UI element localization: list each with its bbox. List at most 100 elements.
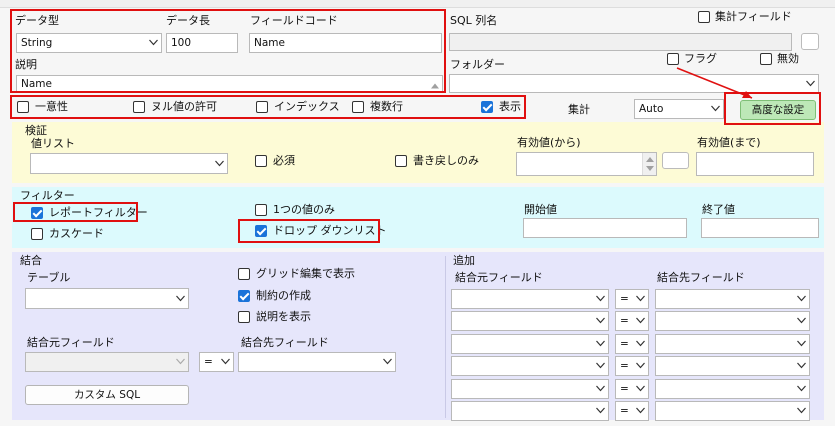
custom-sql-button[interactable]: カスタム SQL: [25, 385, 189, 405]
chevron-down-icon: [596, 385, 605, 392]
chevron-down-icon: [636, 385, 645, 392]
value-list-select[interactable]: [30, 153, 228, 174]
top-header-strip: [0, 0, 835, 8]
required-label: 必須: [273, 154, 295, 167]
dropdown-list-label: ドロップ ダウンリスト: [273, 224, 387, 237]
additional-operator-select[interactable]: =: [615, 356, 649, 377]
field-code-value: Name: [254, 37, 285, 49]
scroll-up-icon[interactable]: [431, 79, 439, 91]
chevron-down-icon: [636, 317, 645, 324]
join-source-field-label: 結合元フィールド: [27, 336, 115, 349]
join-target-field-label: 結合先フィールド: [241, 336, 329, 349]
additional-title: 追加: [453, 254, 475, 267]
chevron-down-icon: [636, 407, 645, 414]
chevron-down-icon: [596, 362, 605, 369]
required-checkbox[interactable]: [255, 155, 267, 167]
additional-operator-select[interactable]: =: [615, 311, 649, 332]
show-description-label: 説明を表示: [256, 310, 311, 323]
unique-checkbox[interactable]: [17, 101, 29, 113]
data-length-value: 100: [171, 37, 192, 49]
join-operator-select[interactable]: =: [199, 352, 234, 372]
end-value-label: 終了値: [702, 203, 735, 216]
report-filter-checkbox[interactable]: [31, 207, 43, 219]
single-value-checkbox[interactable]: [255, 204, 267, 216]
data-type-select[interactable]: String: [16, 33, 162, 53]
join-divider: [445, 256, 446, 418]
value-list-label: 値リスト: [31, 137, 75, 150]
valid-from-spinner[interactable]: [642, 153, 656, 175]
valid-from-input[interactable]: [516, 152, 657, 176]
data-type-value: String: [21, 37, 53, 49]
allow-null-checkbox[interactable]: [133, 101, 145, 113]
additional-source-field-select[interactable]: [451, 311, 609, 332]
additional-operator-value: =: [620, 382, 629, 395]
data-type-label: データ型: [15, 14, 59, 27]
additional-target-field-select[interactable]: [655, 356, 810, 377]
data-length-input[interactable]: 100: [166, 33, 238, 53]
valid-to-label: 有効値(まで): [697, 136, 761, 149]
end-value-input[interactable]: [701, 218, 819, 238]
sql-column-input[interactable]: [449, 33, 792, 51]
additional-operator-select[interactable]: =: [615, 333, 649, 354]
additional-target-field-label: 結合先フィールド: [657, 271, 745, 284]
index-checkbox[interactable]: [256, 101, 268, 113]
join-title: 結合: [20, 254, 42, 267]
additional-operator-select[interactable]: =: [615, 289, 649, 309]
additional-operator-select[interactable]: =: [615, 378, 649, 399]
valid-from-label: 有効値(から): [517, 136, 581, 149]
additional-operator-value: =: [620, 337, 629, 350]
additional-target-field-select[interactable]: [655, 333, 810, 354]
valid-range-side-button[interactable]: [662, 152, 689, 169]
chevron-down-icon: [797, 407, 806, 414]
description-label: 説明: [15, 58, 37, 71]
chevron-down-icon: [636, 340, 645, 347]
aggregate-label: 集計: [568, 103, 590, 116]
show-description-checkbox[interactable]: [238, 311, 250, 323]
additional-source-field-select[interactable]: [451, 289, 609, 309]
additional-target-field-select[interactable]: [655, 289, 810, 309]
additional-source-field-select[interactable]: [451, 333, 609, 354]
aggregate-field-checkbox[interactable]: [698, 11, 710, 23]
start-value-input[interactable]: [523, 218, 687, 238]
allow-null-label: ヌル値の許可: [151, 100, 217, 113]
join-target-field-select[interactable]: [238, 352, 396, 372]
chevron-down-icon: [636, 295, 645, 302]
additional-source-field-select[interactable]: [451, 356, 609, 377]
report-filter-label: レポートフィルター: [49, 206, 148, 219]
additional-operator-value: =: [620, 405, 629, 417]
multiline-checkbox[interactable]: [352, 101, 364, 113]
additional-source-field-select[interactable]: [451, 401, 609, 421]
writeback-only-checkbox[interactable]: [395, 155, 407, 167]
table-label: テーブル: [27, 271, 71, 284]
cascade-label: カスケード: [49, 227, 104, 240]
display-checkbox[interactable]: [481, 101, 493, 113]
additional-operator-value: =: [620, 315, 629, 328]
chevron-down-icon: [176, 358, 185, 365]
chevron-down-icon: [383, 358, 392, 365]
grid-edit-checkbox[interactable]: [238, 268, 250, 280]
display-label: 表示: [499, 100, 521, 113]
start-value-label: 開始値: [524, 203, 557, 216]
create-constraint-checkbox[interactable]: [238, 290, 250, 302]
additional-target-field-select[interactable]: [655, 401, 810, 421]
cascade-checkbox[interactable]: [31, 228, 43, 240]
writeback-only-label: 書き戻しのみ: [413, 154, 479, 167]
valid-to-input[interactable]: [696, 152, 814, 176]
description-textarea[interactable]: Name: [16, 75, 443, 92]
unique-label: 一意性: [35, 100, 68, 113]
table-select[interactable]: [25, 288, 189, 309]
dropdown-list-checkbox[interactable]: [255, 225, 267, 237]
additional-target-field-select[interactable]: [655, 378, 810, 399]
grid-edit-label: グリッド編集で表示: [256, 267, 355, 280]
chevron-down-icon: [215, 160, 224, 167]
additional-source-field-label: 結合元フィールド: [455, 271, 543, 284]
additional-operator-select[interactable]: =: [615, 401, 649, 421]
field-code-input[interactable]: Name: [249, 33, 442, 53]
additional-operator-value: =: [620, 360, 629, 373]
additional-target-field-select[interactable]: [655, 311, 810, 332]
join-source-field-select[interactable]: [25, 352, 189, 372]
sql-column-side-button[interactable]: [801, 33, 819, 50]
additional-source-field-select[interactable]: [451, 378, 609, 399]
field-code-label: フィールドコード: [250, 14, 338, 27]
chevron-down-icon: [806, 80, 815, 87]
